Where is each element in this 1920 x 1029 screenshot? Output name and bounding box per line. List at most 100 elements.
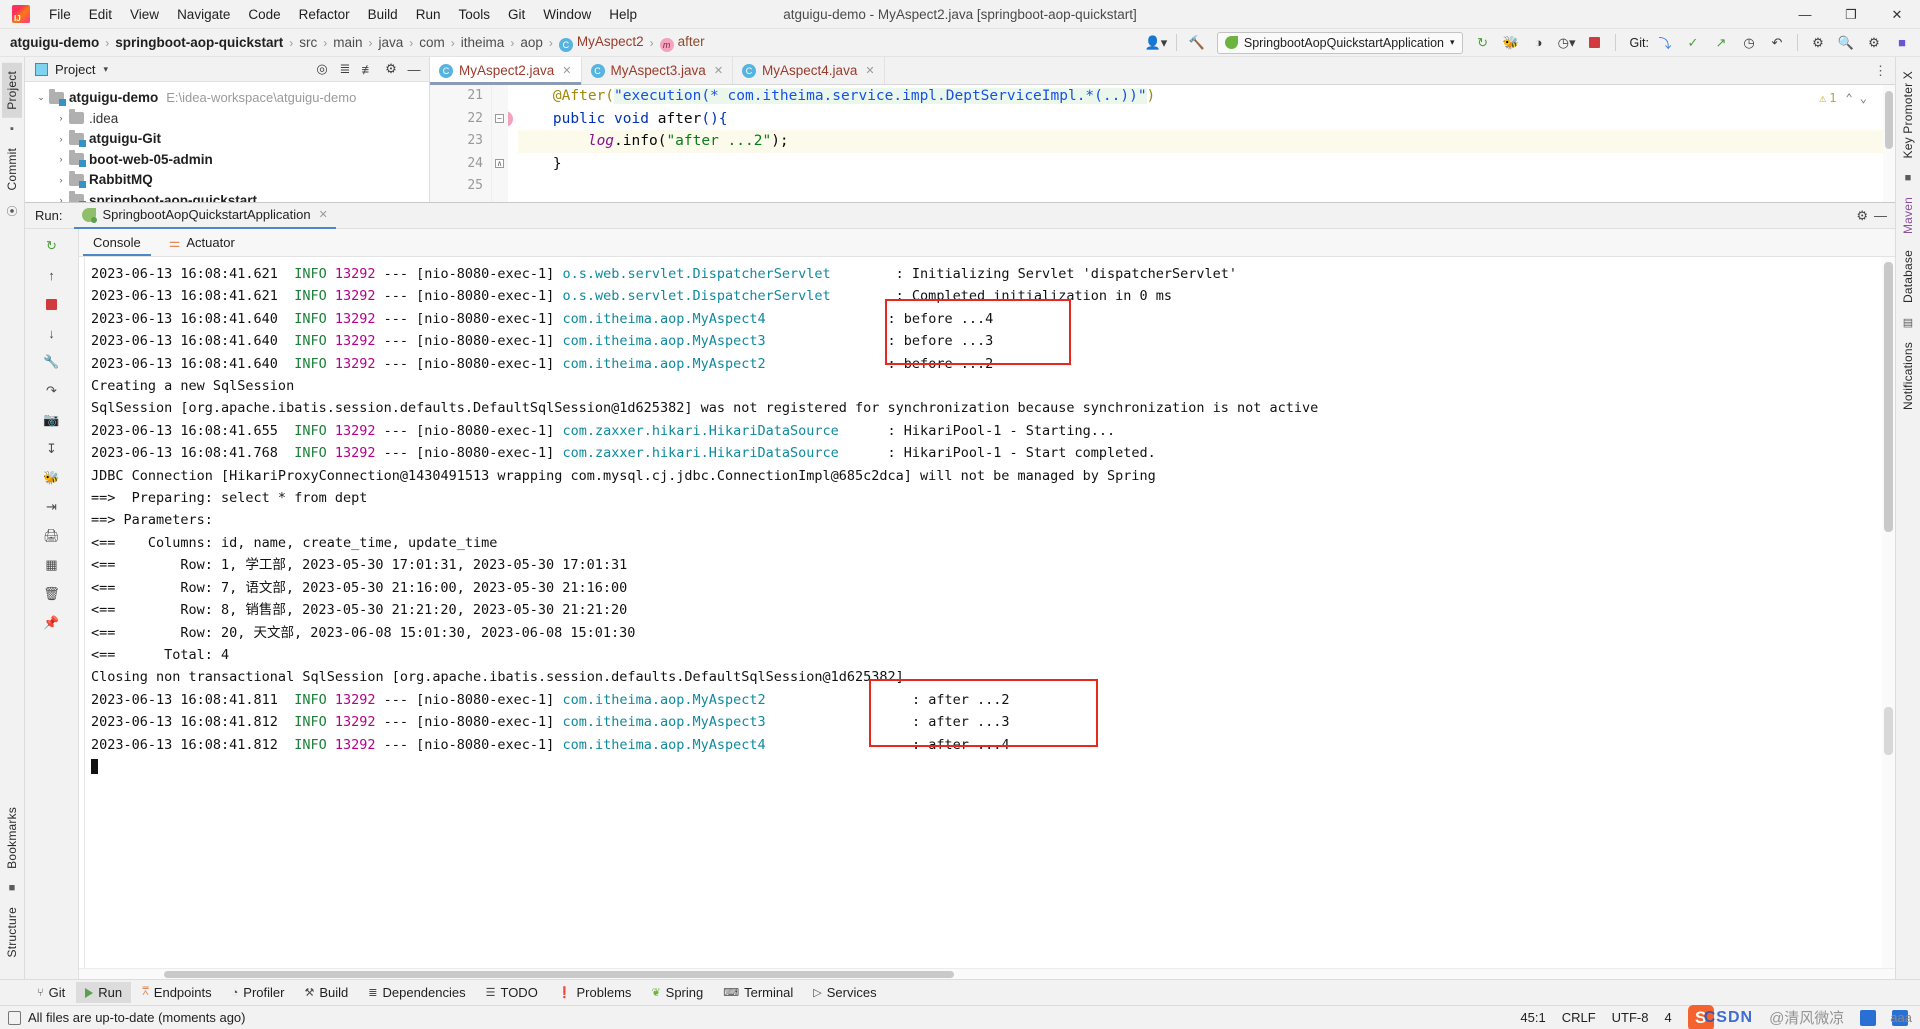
git-commit-icon[interactable]: ✓ bbox=[1681, 32, 1705, 54]
tree-expand-arrow-icon[interactable]: › bbox=[53, 154, 69, 164]
down-arrow-icon[interactable]: ↓ bbox=[39, 321, 65, 345]
chevron-down-icon[interactable]: ⌄ bbox=[1860, 91, 1867, 105]
console-scroll-thumb[interactable] bbox=[1884, 262, 1893, 532]
bottom-tab-build[interactable]: ⚒ Build bbox=[295, 982, 357, 1003]
bottom-tool-strip[interactable]: ⑂ Git Run ⩞ Endpoints ◔ Profiler ⚒ Build ≣ Depende… bbox=[0, 979, 1920, 1005]
code-line[interactable]: } bbox=[518, 153, 1895, 176]
editor-tab-myaspect3[interactable]: C MyAspect3.java ✕ bbox=[581, 57, 734, 84]
tree-expand-arrow-icon[interactable]: › bbox=[53, 134, 69, 144]
code-lines[interactable]: @After("execution(* com.itheima.service.… bbox=[508, 85, 1895, 202]
close-icon[interactable]: ✕ bbox=[562, 64, 571, 77]
debug-icon[interactable]: 🐝 bbox=[1499, 32, 1523, 54]
breadcrumb-item-atguigu-demo[interactable]: atguigu-demo bbox=[10, 35, 99, 50]
build-hammer-icon[interactable]: 🔨 bbox=[1185, 32, 1209, 54]
grid-icon[interactable]: ▦ bbox=[39, 553, 65, 577]
line-separator[interactable]: CRLF bbox=[1562, 1010, 1596, 1025]
chevron-up-icon[interactable]: ⌃ bbox=[1846, 91, 1853, 105]
bottom-tab-services[interactable]: ▷ Services bbox=[804, 982, 885, 1003]
console-horizontal-scrollbar[interactable] bbox=[79, 968, 1895, 979]
breadcrumb-item-main[interactable]: main bbox=[333, 35, 362, 50]
code-line[interactable]: @After("execution(* com.itheima.service.… bbox=[518, 85, 1895, 108]
chevron-down-icon[interactable]: ▾ bbox=[103, 64, 108, 75]
menu-item-build[interactable]: Build bbox=[359, 4, 407, 25]
ide-assistant-icon[interactable]: ■ bbox=[1890, 32, 1914, 54]
code-line[interactable]: log.info("after ...2"); bbox=[518, 130, 1895, 153]
wrench-icon[interactable]: 🔧 bbox=[39, 350, 65, 374]
tree-expand-arrow-icon[interactable]: ⌄ bbox=[33, 92, 49, 103]
sidebar-tab-project[interactable]: Project bbox=[2, 63, 22, 118]
file-encoding[interactable]: UTF-8 bbox=[1612, 1010, 1649, 1025]
console-scrollbar[interactable] bbox=[1882, 257, 1895, 968]
breadcrumb-item-springboot-aop-quickstart[interactable]: springboot-aop-quickstart bbox=[115, 35, 283, 50]
rerun-icon[interactable]: ↻ bbox=[39, 234, 65, 258]
input-method-icon[interactable] bbox=[1860, 1009, 1877, 1026]
bottom-tab-dependencies[interactable]: ≣ Dependencies bbox=[359, 982, 474, 1003]
breadcrumb-item-aop[interactable]: aop bbox=[520, 35, 543, 50]
profiler-icon[interactable]: ◷▾ bbox=[1555, 32, 1579, 54]
sidebar-tab-key-promoter[interactable]: Key Promoter X bbox=[1898, 63, 1918, 167]
project-settings-icon[interactable]: ⚙ bbox=[380, 58, 402, 80]
code-fold-icon[interactable]: − bbox=[495, 113, 504, 123]
menu-item-run[interactable]: Run bbox=[407, 4, 450, 25]
pin-icon[interactable]: 📌 bbox=[39, 611, 65, 635]
breadcrumb-item-after[interactable]: m after bbox=[659, 34, 705, 52]
bottom-tab-spring[interactable]: ❦ Spring bbox=[642, 982, 712, 1003]
sidebar-tab-structure[interactable]: Structure bbox=[2, 899, 22, 966]
tree-node-atguigu-git[interactable]: › atguigu-Git bbox=[25, 128, 429, 149]
menu-item-file[interactable]: File bbox=[40, 4, 80, 25]
scroll-to-end-icon[interactable]: ↧ bbox=[39, 437, 65, 461]
breadcrumb-item-java[interactable]: java bbox=[379, 35, 404, 50]
close-icon[interactable]: ✕ bbox=[865, 64, 874, 77]
tree-node-boot-web-05-admin[interactable]: › boot-web-05-admin bbox=[25, 149, 429, 170]
camera-icon[interactable]: 📷 bbox=[39, 408, 65, 432]
hide-run-window-icon[interactable]: — bbox=[1874, 208, 1887, 223]
git-history-icon[interactable]: ◷ bbox=[1737, 32, 1761, 54]
maximize-button[interactable]: ❐ bbox=[1828, 0, 1874, 29]
soft-wrap-icon[interactable]: ↷ bbox=[39, 379, 65, 403]
tree-node-atguigu-demo[interactable]: ⌄ atguigu-demo E:\idea-workspace\atguigu-d… bbox=[25, 87, 429, 108]
bug-icon[interactable]: 🐝 bbox=[39, 466, 65, 490]
sidebar-tab-maven[interactable]: Maven bbox=[1898, 189, 1918, 242]
expand-all-icon[interactable]: ≣ bbox=[334, 58, 356, 80]
main-menu[interactable]: File Edit View Navigate Code Refactor Build Run… bbox=[40, 4, 646, 25]
bottom-tab-problems[interactable]: ❗ Problems bbox=[549, 982, 641, 1003]
bottom-tab-git[interactable]: ⑂ Git bbox=[28, 982, 74, 1003]
console-output[interactable]: 2023-06-13 16:08:41.621 INFO 13292 --- [… bbox=[79, 257, 1895, 968]
close-icon[interactable]: ✕ bbox=[714, 64, 723, 77]
editor-scrollbar[interactable] bbox=[1883, 85, 1895, 202]
sidebar-tab-commit[interactable]: Commit bbox=[2, 140, 22, 199]
tree-expand-arrow-icon[interactable]: › bbox=[53, 113, 69, 123]
tree-expand-arrow-icon[interactable]: › bbox=[53, 195, 69, 202]
more-options-icon[interactable]: ⚙ bbox=[1862, 32, 1886, 54]
menu-item-edit[interactable]: Edit bbox=[80, 4, 121, 25]
editor-tabs[interactable]: C MyAspect2.java ✕ C MyAspect3.java ✕ C MyAspec… bbox=[430, 57, 1895, 85]
menu-item-refactor[interactable]: Refactor bbox=[290, 4, 359, 25]
close-button[interactable]: ✕ bbox=[1874, 0, 1920, 29]
code-line[interactable]: public void after(){ bbox=[518, 108, 1895, 131]
minimize-button[interactable]: — bbox=[1782, 0, 1828, 29]
trash-icon[interactable]: 🗑 bbox=[39, 582, 65, 606]
locate-file-icon[interactable]: ◎ bbox=[311, 58, 333, 80]
menu-item-tools[interactable]: Tools bbox=[449, 4, 499, 25]
tree-expand-arrow-icon[interactable]: › bbox=[53, 175, 69, 185]
menu-item-window[interactable]: Window bbox=[534, 4, 600, 25]
stop-icon[interactable] bbox=[39, 292, 65, 316]
breadcrumb-item-com[interactable]: com bbox=[419, 35, 445, 50]
run-with-coverage-icon[interactable]: ◑ bbox=[1527, 32, 1551, 54]
inspection-warning-badge[interactable]: ⚠ 1 ⌃ ⌄ bbox=[1819, 91, 1867, 105]
menu-item-view[interactable]: View bbox=[121, 4, 168, 25]
bottom-tab-terminal[interactable]: ⌨ Terminal bbox=[714, 982, 802, 1003]
run-settings-icon[interactable]: ⚙ bbox=[1856, 208, 1868, 224]
export-icon[interactable]: ⇥ bbox=[39, 495, 65, 519]
rerun-icon[interactable]: ↻ bbox=[1471, 32, 1495, 54]
editor-scroll-thumb[interactable] bbox=[1885, 91, 1893, 149]
stop-icon[interactable] bbox=[1583, 32, 1607, 54]
console-tab-bar[interactable]: Console ⚌ Actuator bbox=[79, 229, 1895, 257]
close-icon[interactable]: ✕ bbox=[319, 208, 328, 221]
git-update-icon[interactable]: ⤵ bbox=[1653, 32, 1677, 54]
menu-item-git[interactable]: Git bbox=[499, 4, 534, 25]
collapse-all-icon[interactable]: ≢ bbox=[357, 58, 379, 80]
breadcrumb[interactable]: atguigu-demo › springboot-aop-quickstart › s… bbox=[10, 34, 705, 52]
run-tab-application[interactable]: SpringbootAopQuickstartApplication ✕ bbox=[74, 203, 336, 229]
breadcrumb-item-src[interactable]: src bbox=[299, 35, 317, 50]
